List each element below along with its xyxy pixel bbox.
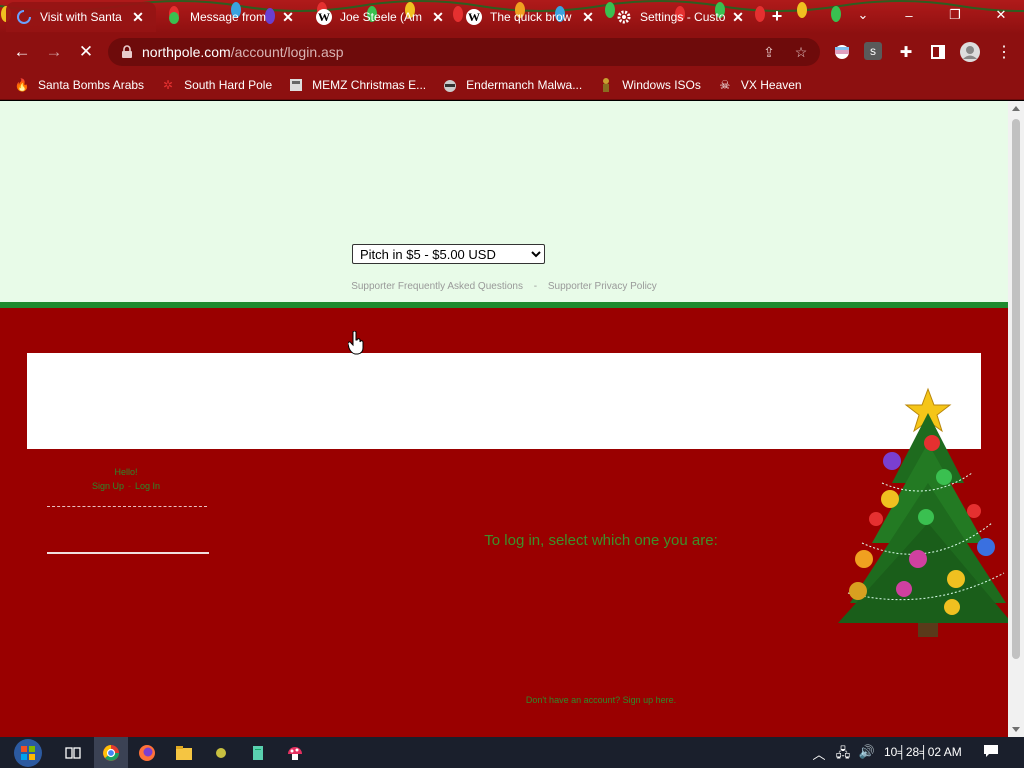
avatar[interactable] xyxy=(958,40,982,64)
greeting-text: Hello! xyxy=(114,467,138,477)
task-view-icon[interactable] xyxy=(56,737,90,768)
bookmark-label: South Hard Pole xyxy=(184,77,273,92)
side-panel-icon[interactable] xyxy=(928,42,948,62)
tab-title: Settings - Custo xyxy=(640,10,726,24)
close-icon[interactable]: ✕ xyxy=(430,9,446,26)
bookmark-item[interactable]: Windows ISOs xyxy=(598,77,701,93)
flag-extension-icon[interactable] xyxy=(832,42,852,62)
supporter-privacy-link[interactable]: Supporter Privacy Policy xyxy=(548,281,657,292)
lock-icon xyxy=(122,45,132,58)
chrome-taskbar-icon[interactable] xyxy=(94,737,128,768)
tab-visit-with-santa[interactable]: Visit with Santa ✕ xyxy=(6,2,156,32)
notification-icon[interactable] xyxy=(982,744,1000,761)
tab-search-icon[interactable]: ⌄ xyxy=(840,0,886,30)
bookmark-item[interactable]: ✲ South Hard Pole xyxy=(160,77,272,93)
bookmark-item[interactable]: ☠ VX Heaven xyxy=(717,77,802,93)
close-icon[interactable]: ✕ xyxy=(730,9,746,26)
volume-icon[interactable]: 🔊 xyxy=(858,744,876,760)
firefox-taskbar-icon[interactable] xyxy=(130,737,164,768)
link-separator: - xyxy=(128,481,131,491)
puzzle-icon[interactable]: ✚ xyxy=(896,42,916,62)
scroll-down-icon[interactable] xyxy=(1012,727,1020,732)
file-explorer-icon[interactable] xyxy=(167,737,201,768)
tab-quick-brown[interactable]: W The quick brow ✕ xyxy=(456,2,606,32)
tab-title: Visit with Santa xyxy=(40,10,122,24)
profile-extension-icon[interactable]: s xyxy=(864,42,882,60)
signup-link[interactable]: Sign Up xyxy=(92,481,124,491)
favicon-icon xyxy=(166,9,182,25)
bookmarks-bar: 🔥 Santa Bombs Arabs ✲ South Hard Pole ME… xyxy=(0,70,1024,100)
supporter-faq-link[interactable]: Supporter Frequently Asked Questions xyxy=(351,281,523,292)
wikipedia-icon: W xyxy=(316,9,332,25)
tab-title: The quick brow xyxy=(490,10,572,24)
close-icon[interactable]: ✕ xyxy=(130,9,146,26)
close-icon[interactable]: ✕ xyxy=(280,9,296,26)
menu-kebab-icon[interactable]: ⋮ xyxy=(994,42,1014,62)
mushroom-taskbar-icon[interactable] xyxy=(278,737,312,768)
bookmark-label: Santa Bombs Arabs xyxy=(38,77,145,92)
back-button[interactable]: ← xyxy=(10,40,34,64)
loading-spinner-icon xyxy=(16,9,32,25)
stop-loading-button[interactable]: ✕ xyxy=(74,40,98,64)
wikipedia-logo: W xyxy=(316,9,332,25)
url-text[interactable]: northpole.com/account/login.asp xyxy=(142,44,344,60)
start-button[interactable] xyxy=(8,737,48,768)
link-separator: - xyxy=(533,281,538,292)
windows-taskbar: ︿ 🖧 🔊 10╡28╡02 AM xyxy=(0,737,1024,768)
scroll-up-icon[interactable] xyxy=(1012,106,1020,111)
tab-settings[interactable]: Settings - Custo ✕ xyxy=(606,2,756,32)
tab-title: Joe Steele (Am xyxy=(340,10,423,24)
hand-cursor-icon xyxy=(348,331,364,355)
page-viewport: Pitch in $5 - $5.00 USD Supporter Freque… xyxy=(0,101,1024,737)
browser-toolbar: ← → ✕ northpole.com/account/login.asp ⇪ … xyxy=(0,34,1024,70)
tab-title: Message from xyxy=(190,10,267,24)
tab-message[interactable]: Message from ✕ xyxy=(156,2,306,32)
tab-strip: Visit with Santa ✕ Message from ✕ W Joe … xyxy=(0,0,1024,34)
christmas-tree-icon xyxy=(838,387,1012,637)
app-taskbar-icon[interactable] xyxy=(204,737,238,768)
supporter-links: Supporter Frequently Asked Questions - S… xyxy=(0,281,1008,292)
login-link[interactable]: Log In xyxy=(135,481,160,491)
signup-link[interactable]: Don't have an account? Sign up here. xyxy=(0,695,1024,705)
bookmark-label: MEMZ Christmas E... xyxy=(312,77,427,92)
figure-icon xyxy=(598,77,614,93)
bookmark-label: Windows ISOs xyxy=(622,77,701,92)
chevron-up-icon[interactable]: ︿ xyxy=(810,744,828,763)
network-icon[interactable]: 🖧 xyxy=(834,744,852,766)
tab-joe-steele[interactable]: W Joe Steele (Am ✕ xyxy=(306,2,456,32)
page-icon xyxy=(288,77,304,93)
raccoon-icon xyxy=(442,77,458,93)
gear-icon xyxy=(616,9,632,25)
solid-divider xyxy=(47,552,209,554)
url-path: /account/login.asp xyxy=(230,44,344,60)
new-tab-button[interactable]: + xyxy=(766,6,788,27)
flame-icon: 🔥 xyxy=(14,77,30,92)
auth-links: Sign Up - Log In xyxy=(46,481,206,491)
address-bar[interactable]: northpole.com/account/login.asp ⇪ ☆ xyxy=(108,38,820,66)
skull-icon: ☠ xyxy=(719,77,731,92)
donation-header: Pitch in $5 - $5.00 USD Supporter Freque… xyxy=(0,101,1008,302)
url-domain: northpole.com xyxy=(142,44,231,60)
bookmark-label: Endermanch Malwa... xyxy=(466,77,583,92)
taskbar-clock[interactable]: 10╡28╡02 AM xyxy=(884,745,962,759)
scrollbar-thumb[interactable] xyxy=(1012,119,1020,659)
donation-amount-select[interactable]: Pitch in $5 - $5.00 USD xyxy=(352,244,545,264)
forward-button[interactable]: → xyxy=(42,40,66,64)
close-icon[interactable]: ✕ xyxy=(580,9,596,26)
wikipedia-icon: W xyxy=(466,9,482,25)
wikipedia-logo: W xyxy=(466,9,482,25)
restore-button[interactable]: ❐ xyxy=(932,0,978,30)
bookmark-item[interactable]: Endermanch Malwa... xyxy=(442,77,582,93)
notepad-taskbar-icon[interactable] xyxy=(241,737,275,768)
vertical-scrollbar[interactable] xyxy=(1008,101,1024,737)
bookmark-item[interactable]: MEMZ Christmas E... xyxy=(288,77,426,93)
minimize-button[interactable]: – xyxy=(886,0,932,30)
bookmark-label: VX Heaven xyxy=(740,77,802,92)
share-icon[interactable]: ⇪ xyxy=(760,43,778,61)
close-window-button[interactable]: ✕ xyxy=(978,0,1024,30)
dashed-divider xyxy=(47,506,207,507)
star-icon[interactable]: ☆ xyxy=(792,43,810,61)
bookmark-item[interactable]: 🔥 Santa Bombs Arabs xyxy=(14,77,145,93)
snowflake-icon: ✲ xyxy=(163,77,174,92)
